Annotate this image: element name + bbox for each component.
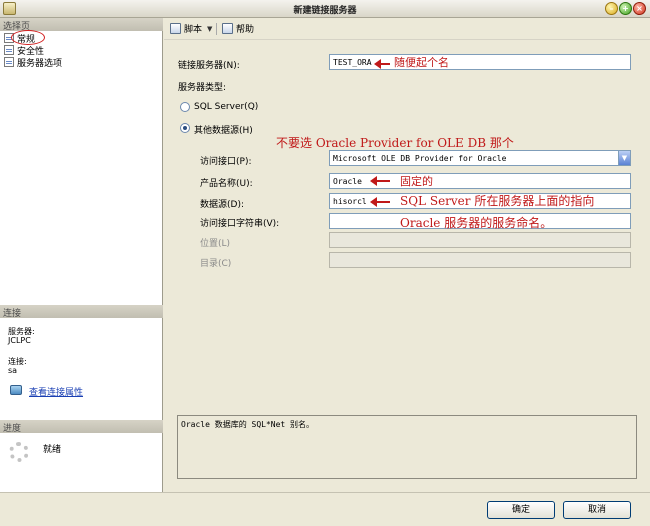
page-item-server-options[interactable]: 服务器选项 (4, 56, 63, 69)
help-button[interactable]: 帮助 (222, 22, 254, 35)
help-icon (222, 23, 233, 34)
footer: 确定 取消 (0, 492, 650, 526)
select-page-header: 选择页 (0, 18, 163, 32)
annotation-arrow (370, 176, 390, 186)
provider-string-label: 访问接口字符串(V): (200, 219, 280, 229)
sql-server-radio-label: SQL Server(Q) (194, 102, 259, 112)
progress-header: 进度 (0, 420, 163, 434)
left-pane: 选择页 常规 安全性 服务器选项 连接 服务器: JCLPC 连接: sa 查看… (0, 18, 163, 492)
cancel-button[interactable]: 取消 (563, 501, 631, 519)
view-connection-properties-link[interactable]: 查看连接属性 (29, 385, 83, 398)
provider-select[interactable]: Microsoft OLE DB Provider for Oracle ▼ (329, 150, 631, 166)
other-source-radio-label: 其他数据源(H) (194, 126, 253, 136)
annotation-product: 固定的 (400, 175, 433, 188)
page-icon (4, 57, 14, 67)
sql-server-radio[interactable] (180, 102, 190, 112)
annotation-linked-server: 随便起个名 (394, 56, 449, 69)
progress-status: 就绪 (43, 445, 62, 455)
annotation-provider: 不要选 Oracle Provider for OLE DB 那个 (276, 136, 514, 150)
right-pane: 脚本 ▼ 帮助 链接服务器(N): TEST_ORA 随便起个名 服务器类型: … (164, 18, 650, 492)
catalog-label: 目录(C) (200, 259, 232, 269)
provider-selected-value: Microsoft OLE DB Provider for Oracle (333, 154, 507, 163)
window-title: 新建链接服务器 (293, 6, 357, 16)
chevron-down-icon[interactable]: ▼ (618, 151, 630, 165)
help-label: 帮助 (236, 25, 255, 35)
progress-spinner-icon (9, 442, 29, 462)
ok-button[interactable]: 确定 (487, 501, 555, 519)
linked-server-label: 链接服务器(N): (178, 61, 240, 71)
annotation-arrow (370, 197, 390, 207)
location-label: 位置(L) (200, 239, 231, 249)
page-item-security[interactable]: 安全性 (4, 44, 44, 57)
chevron-down-icon[interactable]: ▼ (207, 25, 212, 33)
minimize-button[interactable]: – (605, 2, 618, 15)
connection-header: 连接 (0, 305, 163, 319)
maximize-button[interactable]: + (619, 2, 632, 15)
data-source-label: 数据源(D): (200, 200, 244, 210)
server-type-label: 服务器类型: (178, 83, 227, 93)
description-box: Oracle 数据库的 SQL*Net 别名。 (177, 415, 637, 479)
annotation-arrow (374, 59, 390, 69)
server-value: JCLPC (8, 336, 31, 345)
catalog-input (329, 252, 631, 268)
script-button[interactable]: 脚本 ▼ (170, 22, 212, 35)
annotation-datasource-line2: Oracle 服务器的服务命名。 (400, 216, 553, 230)
connection-value: sa (8, 366, 18, 375)
toolbar: 脚本 ▼ 帮助 (164, 18, 650, 40)
other-source-radio[interactable] (180, 123, 190, 133)
product-name-label: 产品名称(U): (200, 179, 253, 189)
script-icon (170, 23, 181, 34)
page-icon (4, 45, 14, 55)
page-item-label: 服务器选项 (17, 58, 63, 69)
location-input (329, 232, 631, 248)
connection-properties-icon (10, 385, 22, 395)
provider-label: 访问接口(P): (200, 157, 252, 167)
close-button[interactable]: × (633, 2, 646, 15)
script-label: 脚本 (184, 25, 203, 35)
title-bar: 新建链接服务器 – + × (0, 0, 650, 18)
toolbar-separator (216, 23, 217, 35)
annotation-datasource-line1: SQL Server 所在服务器上面的指向 (400, 194, 595, 208)
